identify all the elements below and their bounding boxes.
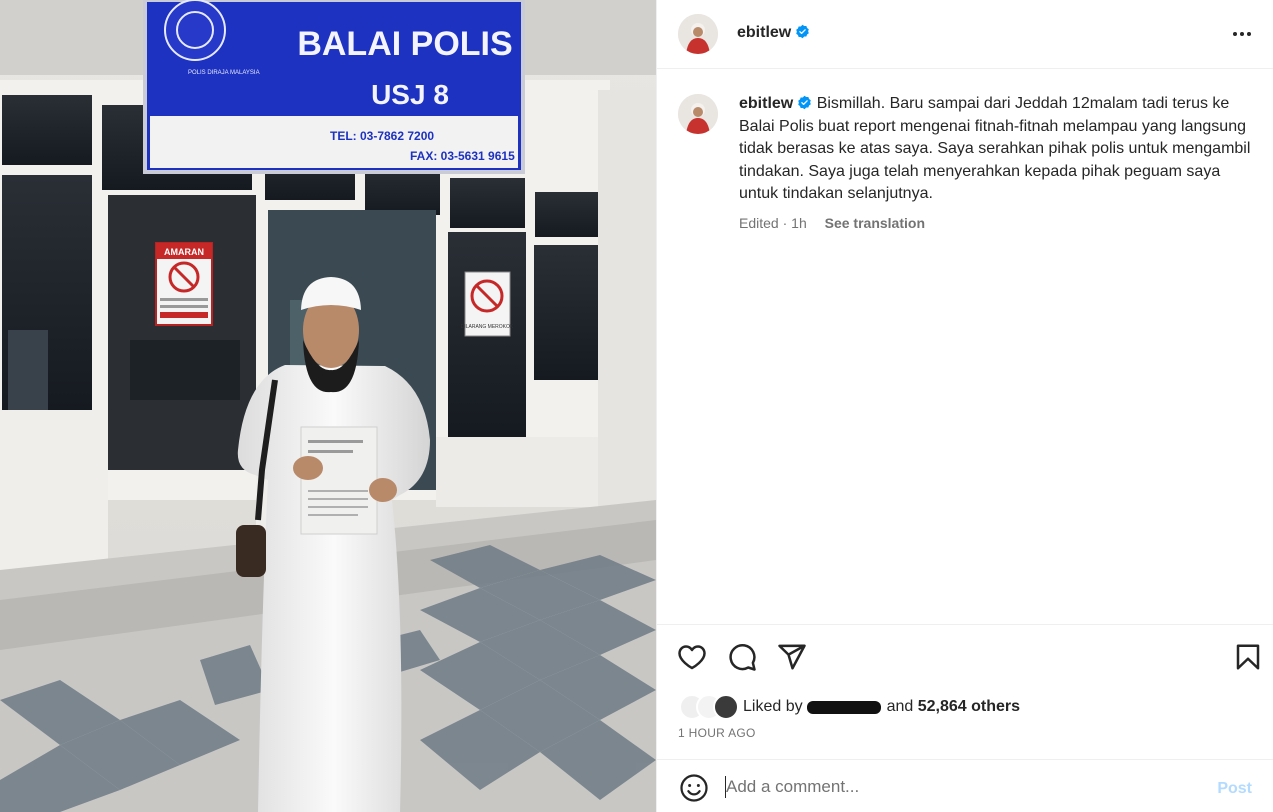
header-username-text[interactable]: ebitlew <box>737 24 791 41</box>
post-comment-button[interactable]: Post <box>1217 780 1252 798</box>
caption-meta: Edited · 1h See translation <box>739 215 925 231</box>
emoji-button[interactable] <box>679 773 709 803</box>
liker-avatars[interactable] <box>679 694 741 720</box>
header-username[interactable]: ebitlew <box>737 24 810 42</box>
liker-avatar <box>713 694 739 720</box>
more-icon-dot <box>1247 32 1251 36</box>
more-icon <box>1233 32 1237 36</box>
no-smoking-caption: DILARANG MEROKOK <box>461 324 514 330</box>
caption-body: Bismillah. Baru sampai dari Jeddah 12mal… <box>739 95 1251 203</box>
comment-button[interactable] <box>725 640 759 674</box>
sign-fax: FAX: 03-5631 9615 <box>410 149 515 163</box>
edited-label: Edited <box>739 215 779 231</box>
caption-username[interactable]: ebitlew <box>739 95 793 112</box>
verified-icon <box>796 24 810 39</box>
share-button[interactable] <box>775 640 809 674</box>
sign-subtitle: USJ 8 <box>371 79 449 110</box>
post-header: ebitlew <box>657 0 1273 69</box>
heart-icon <box>678 645 706 670</box>
warning-sign-title: AMARAN <box>164 247 204 257</box>
see-translation-button[interactable]: See translation <box>825 215 925 231</box>
likes-count-link[interactable]: 52,864 others <box>918 698 1020 716</box>
sign-title: BALAI POLIS <box>297 25 512 63</box>
caption-author-avatar[interactable] <box>678 94 718 134</box>
caption-text: ebitlew Bismillah. Baru sampai dari Jedd… <box>739 93 1259 206</box>
comment-input[interactable] <box>726 775 1206 799</box>
verified-icon <box>798 95 812 110</box>
sign-phone: TEL: 03-7862 7200 <box>330 129 434 143</box>
emoji-icon <box>680 774 708 802</box>
post-timestamp[interactable]: 1 HOUR AGO <box>678 726 756 740</box>
save-button[interactable] <box>1231 640 1265 674</box>
more-options-button[interactable] <box>1228 20 1256 48</box>
liked-by-connector: and <box>886 698 914 715</box>
more-icon-dot <box>1240 32 1244 36</box>
bookmark-icon <box>1236 644 1260 670</box>
caption-time[interactable]: 1h <box>791 215 807 231</box>
like-button[interactable] <box>675 640 709 674</box>
photo-scene: POLIS DIRAJA MALAYSIA BALAI POLIS USJ 8 … <box>0 0 656 812</box>
caption-area: ebitlew Bismillah. Baru sampai dari Jedd… <box>657 69 1273 624</box>
post-photo[interactable]: POLIS DIRAJA MALAYSIA BALAI POLIS USJ 8 … <box>0 0 656 812</box>
comment-icon <box>729 644 756 671</box>
share-icon <box>778 644 806 670</box>
redacted-liker-name <box>806 700 881 714</box>
likes-summary: Liked by and 52,864 others <box>679 693 1020 721</box>
post-actions: Liked by and 52,864 others 1 HOUR AGO <box>657 624 1273 759</box>
post-sidebar: ebitlew ebitlew Bismillah. Baru sampai d… <box>656 0 1273 812</box>
comment-bar: Post <box>657 759 1273 812</box>
liked-by-prefix: Liked by <box>743 698 803 715</box>
sign-crest-text: POLIS DIRAJA MALAYSIA <box>188 70 260 76</box>
author-avatar[interactable] <box>678 14 718 54</box>
meta-separator: · <box>782 215 788 231</box>
